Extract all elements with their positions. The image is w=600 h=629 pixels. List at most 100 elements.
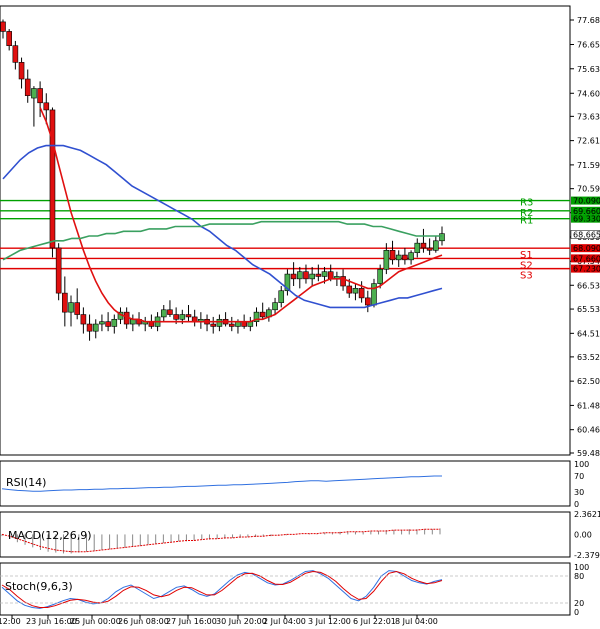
candle-down	[0, 21, 6, 32]
price-tick-label: 77.680	[577, 16, 600, 25]
candle-up	[278, 290, 285, 303]
rsi-tick-label: 100	[574, 460, 589, 469]
candle-down	[105, 321, 111, 327]
time-tick-label: 8 Jul 04:00	[395, 617, 438, 626]
price-tick-label: 72.610	[577, 137, 600, 146]
candle-up	[383, 249, 390, 270]
stoch-tick-label: 100	[574, 563, 589, 572]
pivot-value-label: 68.090	[573, 244, 600, 253]
time-axis: n 12:0023 Jun 16:0025 Jun 00:0026 Jun 08…	[0, 615, 438, 626]
candle-up	[111, 318, 118, 327]
candle-down	[259, 311, 266, 318]
candle-down	[402, 254, 408, 261]
candle-up	[352, 288, 359, 294]
candle-down	[290, 273, 297, 280]
candle-down	[18, 62, 25, 80]
candle-up	[433, 240, 439, 251]
price-tick-label: 61.480	[577, 401, 600, 410]
pivot-value-label: 70.090	[573, 197, 600, 206]
candle-down	[167, 309, 173, 315]
candle-up	[179, 314, 186, 320]
stoch-title: Stoch(9,6,3)	[5, 580, 73, 593]
candle-down	[43, 102, 50, 111]
price-tick-label: 63.520	[577, 353, 600, 362]
candle-down	[49, 109, 56, 249]
candle-up	[414, 242, 421, 253]
candle-down	[173, 314, 179, 320]
candle-down	[346, 285, 353, 294]
candle-down	[210, 323, 217, 327]
rsi-tick-label: 0	[574, 500, 579, 509]
candle-down	[74, 302, 80, 315]
price-panel-frame	[0, 5, 571, 456]
time-tick-label: 25 Jun 00:00	[70, 617, 121, 626]
price-tick-label: 59.480	[577, 449, 600, 458]
candle-down	[86, 323, 93, 332]
candle-up	[395, 254, 402, 261]
candle-down	[24, 78, 31, 96]
pivot-value-label: 69.330	[573, 215, 600, 224]
price-tick-label: 60.460	[577, 426, 600, 435]
pivot-label-r1: R1	[520, 216, 533, 227]
candle-up	[296, 271, 303, 280]
price-tick-label: 62.500	[577, 377, 600, 386]
rsi-tick-label: 30	[574, 488, 584, 497]
price-tick-label: 65.530	[577, 305, 600, 314]
candle-up	[408, 252, 414, 261]
candle-up	[439, 233, 445, 242]
stoch-tick-label: 0	[574, 608, 579, 617]
candle-down	[303, 271, 309, 280]
time-tick-label: 6 Jul 22:01	[353, 617, 396, 626]
macd-title: MACD(12,26,9)	[8, 529, 92, 542]
stoch-tick-label: 20	[574, 599, 584, 608]
macd-tick-label: -2.3797	[574, 551, 600, 560]
candle-down	[6, 31, 12, 46]
candle-up	[99, 321, 105, 325]
candle-down	[358, 288, 365, 299]
time-tick-label: 30 Jun 20:00	[216, 617, 267, 626]
candle-up	[160, 309, 167, 318]
candle-down	[37, 88, 43, 104]
candle-down	[389, 249, 396, 261]
candle-up	[92, 323, 99, 332]
candle-up	[377, 269, 383, 284]
price-tick-label: 71.590	[577, 161, 600, 170]
time-tick-label: 27 Jun 16:00	[166, 617, 217, 626]
candle-down	[327, 271, 334, 280]
pivot-label-s3: S3	[520, 271, 533, 282]
rsi-title: RSI(14)	[6, 476, 46, 489]
pivot-value-label: 67.230	[573, 265, 600, 274]
price-tick-label: 73.630	[577, 112, 600, 121]
candle-down	[80, 314, 87, 325]
candle-up	[272, 302, 278, 311]
rsi-tick-label: 70	[574, 472, 584, 481]
time-tick-label: 2 Jul 04:00	[263, 617, 306, 626]
rsi-panel-frame	[0, 460, 571, 507]
price-tick-label: 70.590	[577, 185, 600, 194]
stoch-tick-label: 80	[574, 572, 584, 581]
candle-up	[309, 273, 315, 280]
price-tick-label: 66.530	[577, 281, 600, 290]
candle-up	[68, 302, 74, 313]
candle-down	[62, 292, 68, 313]
candle-down	[426, 247, 433, 251]
price-tick-label: 76.650	[577, 41, 600, 50]
pivot-value-label: 67.660	[573, 254, 600, 263]
current-price-label: 68.665	[573, 230, 600, 239]
price-tick-label: 75.630	[577, 65, 600, 74]
candle-down	[315, 273, 322, 277]
price-axis: 77.680 76.650 75.630 74.600 73.630 72.610 71.5…	[570, 16, 600, 458]
candle-up	[31, 88, 37, 99]
candle-down	[420, 242, 427, 249]
time-tick-label: 3 Jul 12:00	[308, 617, 351, 626]
forex-chart: R3R2R1S1S2S3 77.68076.65075.63074.60073.…	[0, 5, 600, 626]
time-tick-label: n 12:00	[0, 617, 21, 626]
price-tick-label: 64.510	[577, 329, 600, 338]
candle-down	[55, 247, 62, 294]
macd-tick-label: 0.00	[574, 530, 592, 539]
macd-tick-label: 2.3621	[574, 510, 600, 519]
candle-up	[321, 271, 328, 277]
time-tick-label: 26 Jun 08:00	[118, 617, 169, 626]
stoch-panel-frame	[0, 562, 571, 616]
candle-down	[185, 314, 192, 318]
